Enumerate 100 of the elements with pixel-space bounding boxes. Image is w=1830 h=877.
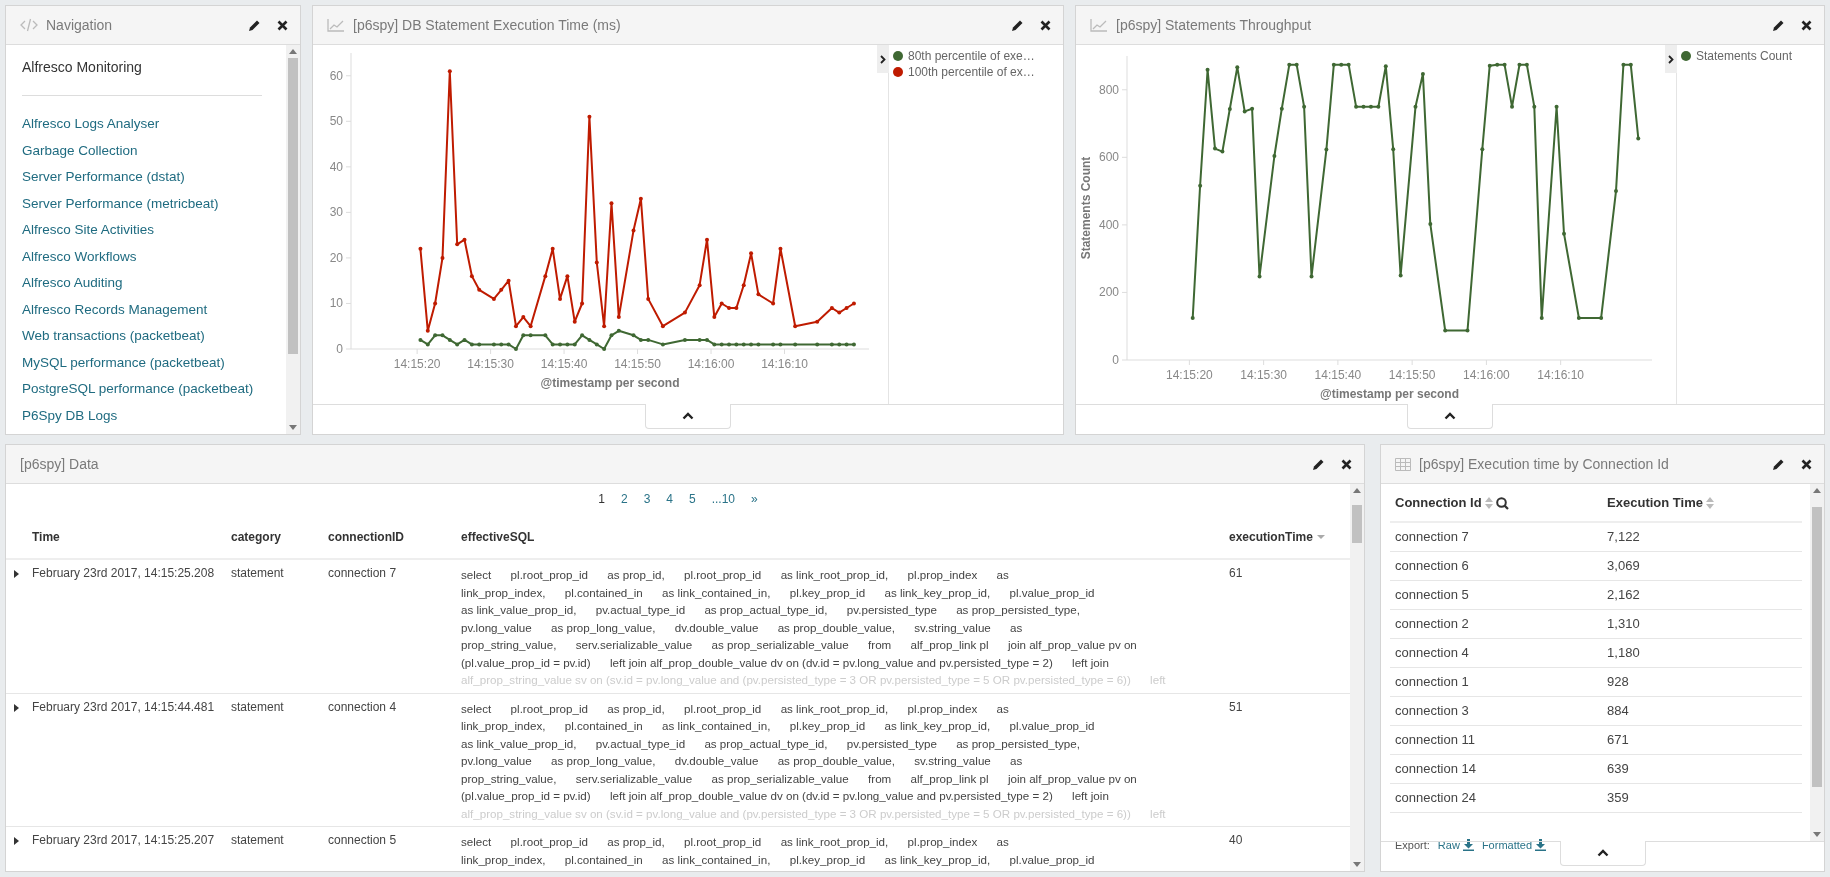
navigation-link[interactable]: MySQL performance (packetbeat) (22, 354, 262, 381)
data-point (1391, 147, 1396, 152)
data-point (712, 315, 717, 320)
axis-tick-label: 14:15:50 (1388, 368, 1436, 382)
data-point (565, 342, 570, 347)
table-cell: 928 (1607, 674, 1629, 689)
expand-icon[interactable] (14, 837, 19, 845)
expand-icon[interactable] (14, 703, 19, 712)
navigation-link[interactable]: PostgreSQL performance (packetbeat) (22, 381, 262, 408)
navigation-link[interactable]: Server Performance (dstat) (22, 169, 262, 196)
data-point (1257, 274, 1262, 279)
column-header[interactable]: connectionID (328, 529, 404, 544)
data-point (778, 246, 783, 251)
data-point (749, 251, 754, 256)
navigation-link[interactable]: Alfresco Records Management (22, 301, 262, 328)
axis-title: @timestamp per second (540, 376, 680, 390)
table-cell: connection 7 (1395, 529, 1469, 545)
data-point (513, 347, 518, 351)
edit-icon[interactable] (248, 18, 261, 32)
navigation-link[interactable]: Alfresco Workflows (22, 248, 262, 275)
edit-icon[interactable] (1312, 457, 1325, 471)
chevron-up-icon (1596, 849, 1609, 857)
table-cell: connection 4 (328, 699, 397, 714)
scrollbar[interactable] (1350, 484, 1364, 871)
axis-tick-label: 14:15:40 (1314, 368, 1362, 382)
data-point (1539, 316, 1544, 321)
column-header[interactable]: executionTime (1229, 529, 1313, 544)
legend-toggle[interactable] (1665, 45, 1677, 73)
sql-line: pv.long_value as prop_long_value, dv.double_value as prop_double_value, sv.string_value as (461, 753, 1024, 769)
axis-tick-label: 0 (336, 342, 343, 356)
edit-icon[interactable] (1772, 18, 1785, 32)
navigation-link[interactable]: P6Spy DB Logs (22, 407, 262, 434)
navigation-link[interactable]: Alfresco Auditing (22, 275, 262, 302)
data-point (844, 342, 849, 347)
data-point (771, 301, 776, 306)
page-link[interactable]: 4 (658, 492, 681, 509)
page-link[interactable]: 1 (590, 492, 613, 509)
data-point (469, 274, 474, 279)
data-point (543, 274, 548, 279)
data-point (793, 342, 798, 347)
data-point (1554, 104, 1559, 109)
data-point (631, 228, 636, 233)
navigation-link[interactable]: Alfresco Logs Analyser (22, 116, 262, 143)
export-link[interactable]: Formatted (1481, 838, 1546, 851)
data-point (1205, 67, 1210, 72)
data-point (1614, 189, 1618, 194)
page-link[interactable]: ...10 (703, 492, 744, 509)
legend-label[interactable]: 80th percentile of exe… (908, 49, 1035, 63)
expand-icon[interactable] (14, 570, 19, 578)
table-cell: February 23rd 2017, 14:15:44.481 (32, 699, 215, 714)
search-icon[interactable] (1495, 496, 1509, 510)
data-point (565, 274, 570, 279)
page-link[interactable]: 5 (681, 492, 704, 509)
data-point (778, 342, 783, 347)
data-point (1510, 104, 1515, 109)
navigation-link[interactable]: Alfresco Site Activities (22, 222, 262, 249)
navigation-link[interactable]: Server Performance (metricbeat) (22, 195, 262, 222)
column-header[interactable]: effectiveSQL (461, 529, 535, 544)
data-point (455, 342, 460, 347)
data-point (638, 337, 643, 342)
column-header[interactable]: Execution Time (1607, 495, 1703, 511)
data-point (425, 342, 430, 347)
page-link[interactable]: » (743, 492, 766, 509)
navigation-link[interactable]: Web transactions (packetbeat) (22, 328, 262, 355)
close-icon[interactable] (1341, 458, 1352, 470)
scrollbar[interactable] (1810, 484, 1824, 841)
axis-tick-label: 14:15:30 (467, 357, 514, 371)
scrollbar[interactable] (286, 45, 300, 434)
close-icon[interactable] (1801, 19, 1812, 31)
close-icon[interactable] (277, 19, 288, 31)
close-icon[interactable] (1801, 458, 1812, 470)
data-point (594, 342, 599, 347)
column-header[interactable]: category (231, 529, 282, 544)
data-point (521, 333, 526, 338)
table-cell: 2,162 (1607, 587, 1640, 602)
table-cell: connection 1 (1395, 674, 1469, 689)
sql-line: link_prop_index, pl.contained_in as link_contained_in, pl.key_prop_id as link_key_prop_id, pl.value_prop_id (461, 718, 1096, 734)
edit-icon[interactable] (1011, 18, 1024, 32)
data-point (1309, 274, 1314, 279)
page-link[interactable]: 3 (635, 492, 659, 509)
legend-label[interactable]: 100th percentile of ex… (908, 65, 1035, 79)
data-point (1198, 183, 1203, 188)
data-point (719, 342, 724, 347)
page-link[interactable]: 2 (612, 492, 636, 509)
data-point (749, 342, 754, 347)
column-header[interactable]: Time (32, 529, 60, 544)
column-header[interactable]: Connection Id (1395, 495, 1482, 511)
axis-tick-label: 600 (1098, 150, 1119, 165)
legend-label[interactable]: Statements Count (1696, 49, 1793, 63)
navigation-heading: Alfresco Monitoring (22, 51, 262, 96)
legend-toggle[interactable] (877, 45, 889, 73)
data-point (616, 315, 621, 320)
navigation-link[interactable]: Garbage Collection (22, 142, 262, 169)
download-icon (1535, 838, 1546, 851)
data-point (572, 342, 577, 347)
edit-icon[interactable] (1772, 457, 1785, 471)
data-point (682, 310, 687, 315)
data-point (1398, 273, 1403, 278)
data-point (1532, 104, 1537, 109)
close-icon[interactable] (1040, 19, 1051, 31)
